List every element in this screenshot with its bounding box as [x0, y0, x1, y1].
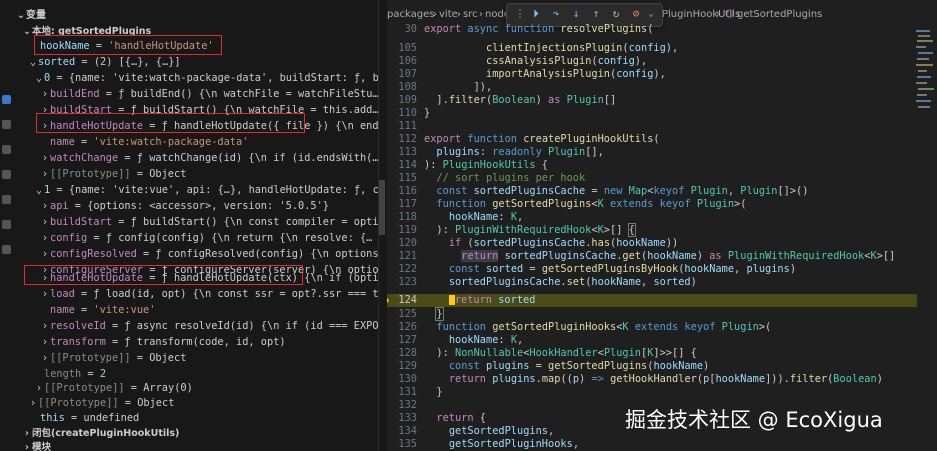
code-editor[interactable]: packages › vite › src › node PluginHookU… [387, 0, 937, 451]
chevron-right-icon: › [41, 168, 49, 180]
var-item-0[interactable]: ⌄ 0 = {name: 'vite:watch-package-data', b… [34, 70, 378, 86]
step-over-button[interactable]: ↷ [549, 7, 563, 21]
variables-header[interactable]: ⌄变量 [16, 8, 46, 24]
step-out-button[interactable]: ↑ [589, 7, 603, 21]
var-name-1[interactable]: name = 'vite:vue' [50, 302, 155, 318]
chevron-down-icon: ⌄ [23, 26, 31, 37]
annotation-box-handlehotupdate-1 [24, 265, 303, 285]
chevron-down-icon[interactable]: ⌄ [644, 7, 658, 21]
chevron-right-icon: › [41, 288, 49, 300]
chevron-right-icon: › [41, 152, 49, 164]
chevron-right-icon: › [41, 320, 49, 332]
minimap[interactable] [914, 26, 937, 326]
chevron-right-icon: › [41, 216, 49, 228]
chevron-right-icon: › [29, 397, 37, 409]
activity-bar [0, 0, 15, 451]
scrollbar-thumb[interactable] [379, 180, 385, 235]
watermark: 掘金技术社区 @ EcoXigua [625, 408, 883, 432]
var-prototype-0[interactable]: › [[Prototype]] = Object [40, 166, 187, 182]
chevron-right-icon: › [41, 232, 49, 244]
remote-icon[interactable] [2, 245, 11, 254]
scope-module[interactable]: › 模块 [22, 440, 51, 451]
var-resolveId[interactable]: › resolveId = ƒ async resolveId(id) {\n i… [40, 318, 378, 334]
chevron-down-icon: ⌄ [35, 184, 43, 196]
chevron-right-icon: › [41, 352, 49, 364]
chevron-right-icon: › [41, 248, 49, 260]
chevron-right-icon: › [25, 442, 29, 451]
var-prototype-1[interactable]: › [[Prototype]] = Object [40, 350, 187, 366]
var-item-1[interactable]: ⌄ 1 = {name: 'vite:vue', api: {…}, handle… [34, 182, 378, 198]
var-config[interactable]: › config = ƒ config(config) {\n return {\… [40, 230, 373, 246]
debug-icon[interactable] [2, 95, 11, 104]
continue-button[interactable]: ⏵ [529, 7, 543, 21]
chevron-right-icon: › [41, 200, 49, 212]
var-transform[interactable]: › transform = ƒ transform(code, id, opt) [40, 334, 286, 350]
annotation-box-hookname [34, 35, 222, 55]
var-load[interactable]: › load = ƒ load(id, opt) {\n const ssr = … [40, 286, 378, 302]
account-icon[interactable] [2, 195, 11, 204]
var-sorted[interactable]: ⌄ sorted = (2) [{…}, {…}] [28, 54, 181, 70]
step-into-button[interactable]: ↓ [569, 7, 583, 21]
drag-handle-icon[interactable]: ⋮ [513, 7, 527, 21]
chevron-down-icon: ⌄ [29, 56, 37, 68]
settings-icon[interactable] [2, 220, 11, 229]
code-area[interactable]: 30 export async function resolvePlugins(… [387, 23, 917, 451]
chevron-right-icon: › [41, 88, 49, 100]
var-watchChange[interactable]: › watchChange = ƒ watchChange(id) {\n if … [40, 150, 378, 166]
var-api[interactable]: › api = {options: <accessor>, version: '5… [40, 198, 329, 214]
chevron-right-icon: › [41, 336, 49, 348]
var-name-0[interactable]: name = 'vite:watch-package-data' [50, 134, 248, 150]
var-buildStart-1[interactable]: › buildStart = ƒ buildStart() {\n const c… [40, 214, 378, 230]
search-icon[interactable] [2, 170, 11, 179]
chevron-right-icon: › [35, 382, 43, 394]
chevron-down-icon: ⌄ [35, 72, 43, 84]
chevron-down-icon: ⌄ [16, 10, 26, 21]
current-line-number: 124 [398, 294, 417, 306]
var-prototype-object[interactable]: › [[Prototype]] = Object [28, 395, 175, 411]
explorer-icon[interactable] [2, 145, 11, 154]
restart-button[interactable]: ↻ [609, 7, 623, 21]
var-this[interactable]: this = undefined [40, 410, 139, 426]
extensions-icon[interactable] [2, 120, 11, 129]
variables-panel: ⌄变量 ⌄本地: getSortedPlugins hookName = 'ha… [14, 0, 378, 451]
var-prototype-array[interactable]: › [[Prototype]] = Array(0) [34, 380, 193, 396]
var-buildEnd[interactable]: › buildEnd = ƒ buildEnd() {\n watchFile =… [40, 86, 378, 102]
disconnect-button[interactable]: ⊘ [629, 7, 643, 21]
annotation-box-handlehotupdate-0 [36, 113, 305, 133]
var-configResolved[interactable]: › configResolved = ƒ configResolved(confi… [40, 246, 378, 262]
